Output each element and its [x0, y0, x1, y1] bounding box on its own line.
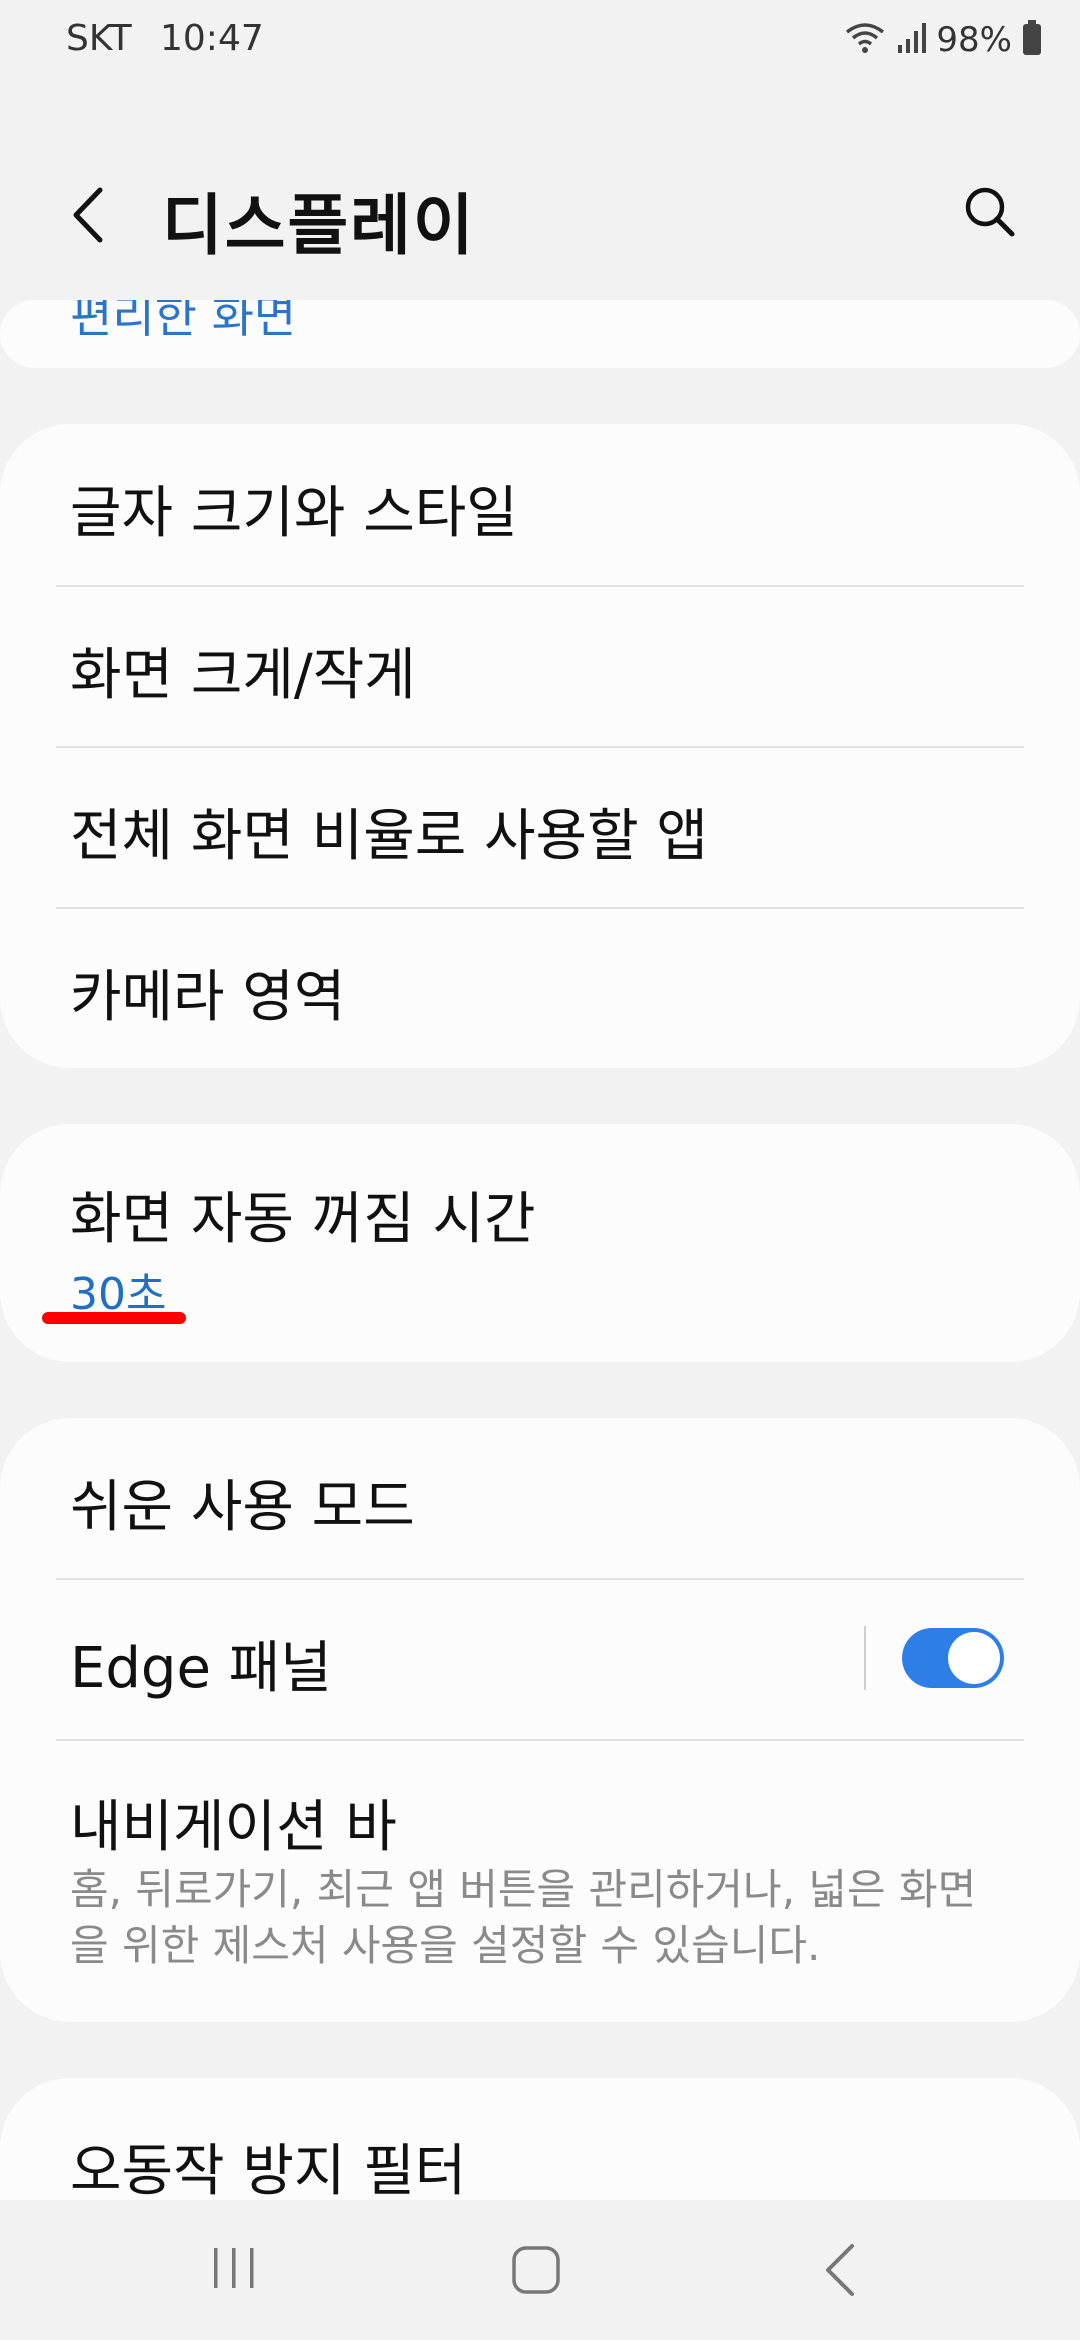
settings-item-edge-panel[interactable]: Edge 패널 — [0, 1579, 840, 1739]
item-label: 쉬운 사용 모드 — [70, 1475, 415, 1540]
edge-panel-toggle[interactable] — [902, 1628, 1004, 1688]
system-nav-bar — [0, 2200, 1080, 2340]
item-label: Edge 패널 — [70, 1636, 332, 1701]
item-label: 카메라 영역 — [70, 965, 346, 1030]
partial-item-label: 편리한 화면 — [70, 300, 297, 343]
carrier-label: SKT — [66, 18, 132, 59]
search-icon[interactable] — [960, 182, 1020, 242]
settings-item-accidental-touch[interactable]: 오동작 방지 필터 — [0, 2078, 1080, 2200]
signal-icon — [896, 21, 927, 59]
page-title: 디스플레이 — [162, 187, 476, 264]
settings-item-navigation-bar[interactable]: 내비게이션 바 홈, 뒤로가기, 최근 앱 버튼을 관리하거나, 넓은 화면을 … — [0, 1740, 1080, 2022]
item-label: 내비게이션 바 — [70, 1795, 397, 1860]
item-label: 전체 화면 비율로 사용할 앱 — [70, 804, 708, 869]
item-description: 홈, 뒤로가기, 최근 앱 버튼을 관리하거나, 넓은 화면을 위한 제스처 사… — [70, 1865, 977, 1970]
app-bar: 디스플레이 — [0, 150, 1080, 280]
partial-card-top[interactable]: 편리한 화면 — [0, 300, 1080, 368]
settings-group-1: 글자 크기와 스타일 화면 크게/작게 전체 화면 비율로 사용할 앱 카메라 … — [0, 424, 1080, 1068]
back-arrow-icon[interactable] — [60, 180, 120, 250]
settings-group-3: 쉬운 사용 모드 Edge 패널 내비게이션 바 홈, 뒤로가기, 최근 앱 버… — [0, 1418, 1080, 2022]
battery-icon — [1022, 20, 1042, 60]
battery-percent: 98% — [936, 20, 1012, 60]
toggle-knob — [948, 1632, 1000, 1684]
back-icon[interactable] — [822, 2242, 858, 2298]
settings-item-screen-timeout[interactable]: 화면 자동 꺼짐 시간 30초 — [0, 1124, 1080, 1362]
settings-item-screen-zoom[interactable]: 화면 크게/작게 — [0, 586, 1080, 746]
settings-item-font-size-style[interactable]: 글자 크기와 스타일 — [0, 424, 1080, 586]
status-bar: SKT 10:47 98% — [0, 0, 1080, 84]
home-icon[interactable] — [510, 2244, 562, 2296]
clock: 10:47 — [160, 18, 264, 59]
status-icons: 98% — [844, 20, 1042, 60]
settings-item-full-screen-apps[interactable]: 전체 화면 비율로 사용할 앱 — [0, 747, 1080, 907]
settings-item-camera-cutout[interactable]: 카메라 영역 — [0, 908, 1080, 1068]
item-label: 오동작 방지 필터 — [70, 2139, 467, 2200]
annotation-underline — [42, 1312, 186, 1324]
item-label: 화면 자동 꺼짐 시간 — [70, 1187, 536, 1252]
toggle-separator — [864, 1626, 866, 1690]
item-label: 글자 크기와 스타일 — [70, 481, 518, 546]
wifi-icon — [844, 20, 886, 60]
recent-apps-icon[interactable] — [210, 2244, 258, 2292]
settings-item-easy-mode[interactable]: 쉬운 사용 모드 — [0, 1418, 1080, 1578]
item-label: 화면 크게/작게 — [70, 643, 416, 708]
